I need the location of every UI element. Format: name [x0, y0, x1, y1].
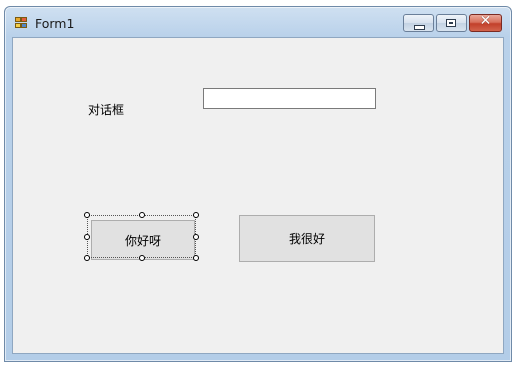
dialog-label: 对话框 — [88, 103, 125, 117]
form-client-area: 对话框 你好呀 我很好 — [12, 37, 504, 354]
minimize-icon — [414, 25, 425, 30]
resize-handle-top[interactable] — [139, 212, 145, 218]
resize-handle-bottom[interactable] — [139, 255, 145, 261]
winforms-form-icon — [15, 17, 29, 29]
hello-button[interactable]: 你好呀 — [91, 220, 195, 260]
maximize-icon — [446, 19, 456, 27]
minimize-button[interactable] — [403, 14, 434, 32]
close-button[interactable]: ✕ — [469, 13, 502, 32]
resize-handle-top-left[interactable] — [84, 212, 90, 218]
resize-handle-bottom-left[interactable] — [84, 255, 90, 261]
resize-handle-bottom-right[interactable] — [193, 255, 199, 261]
im-fine-button[interactable]: 我很好 — [239, 215, 375, 262]
window-title: Form1 — [35, 16, 75, 31]
resize-handle-top-right[interactable] — [193, 212, 199, 218]
maximize-button[interactable] — [436, 14, 467, 32]
title-bar[interactable]: Form1 ✕ — [5, 7, 511, 37]
resize-handle-right[interactable] — [193, 234, 199, 240]
close-icon: ✕ — [479, 13, 492, 29]
dialog-textbox[interactable] — [203, 88, 376, 109]
resize-handle-left[interactable] — [84, 234, 90, 240]
form-window: Form1 ✕ 对话框 你好呀 我很好 — [4, 6, 512, 362]
